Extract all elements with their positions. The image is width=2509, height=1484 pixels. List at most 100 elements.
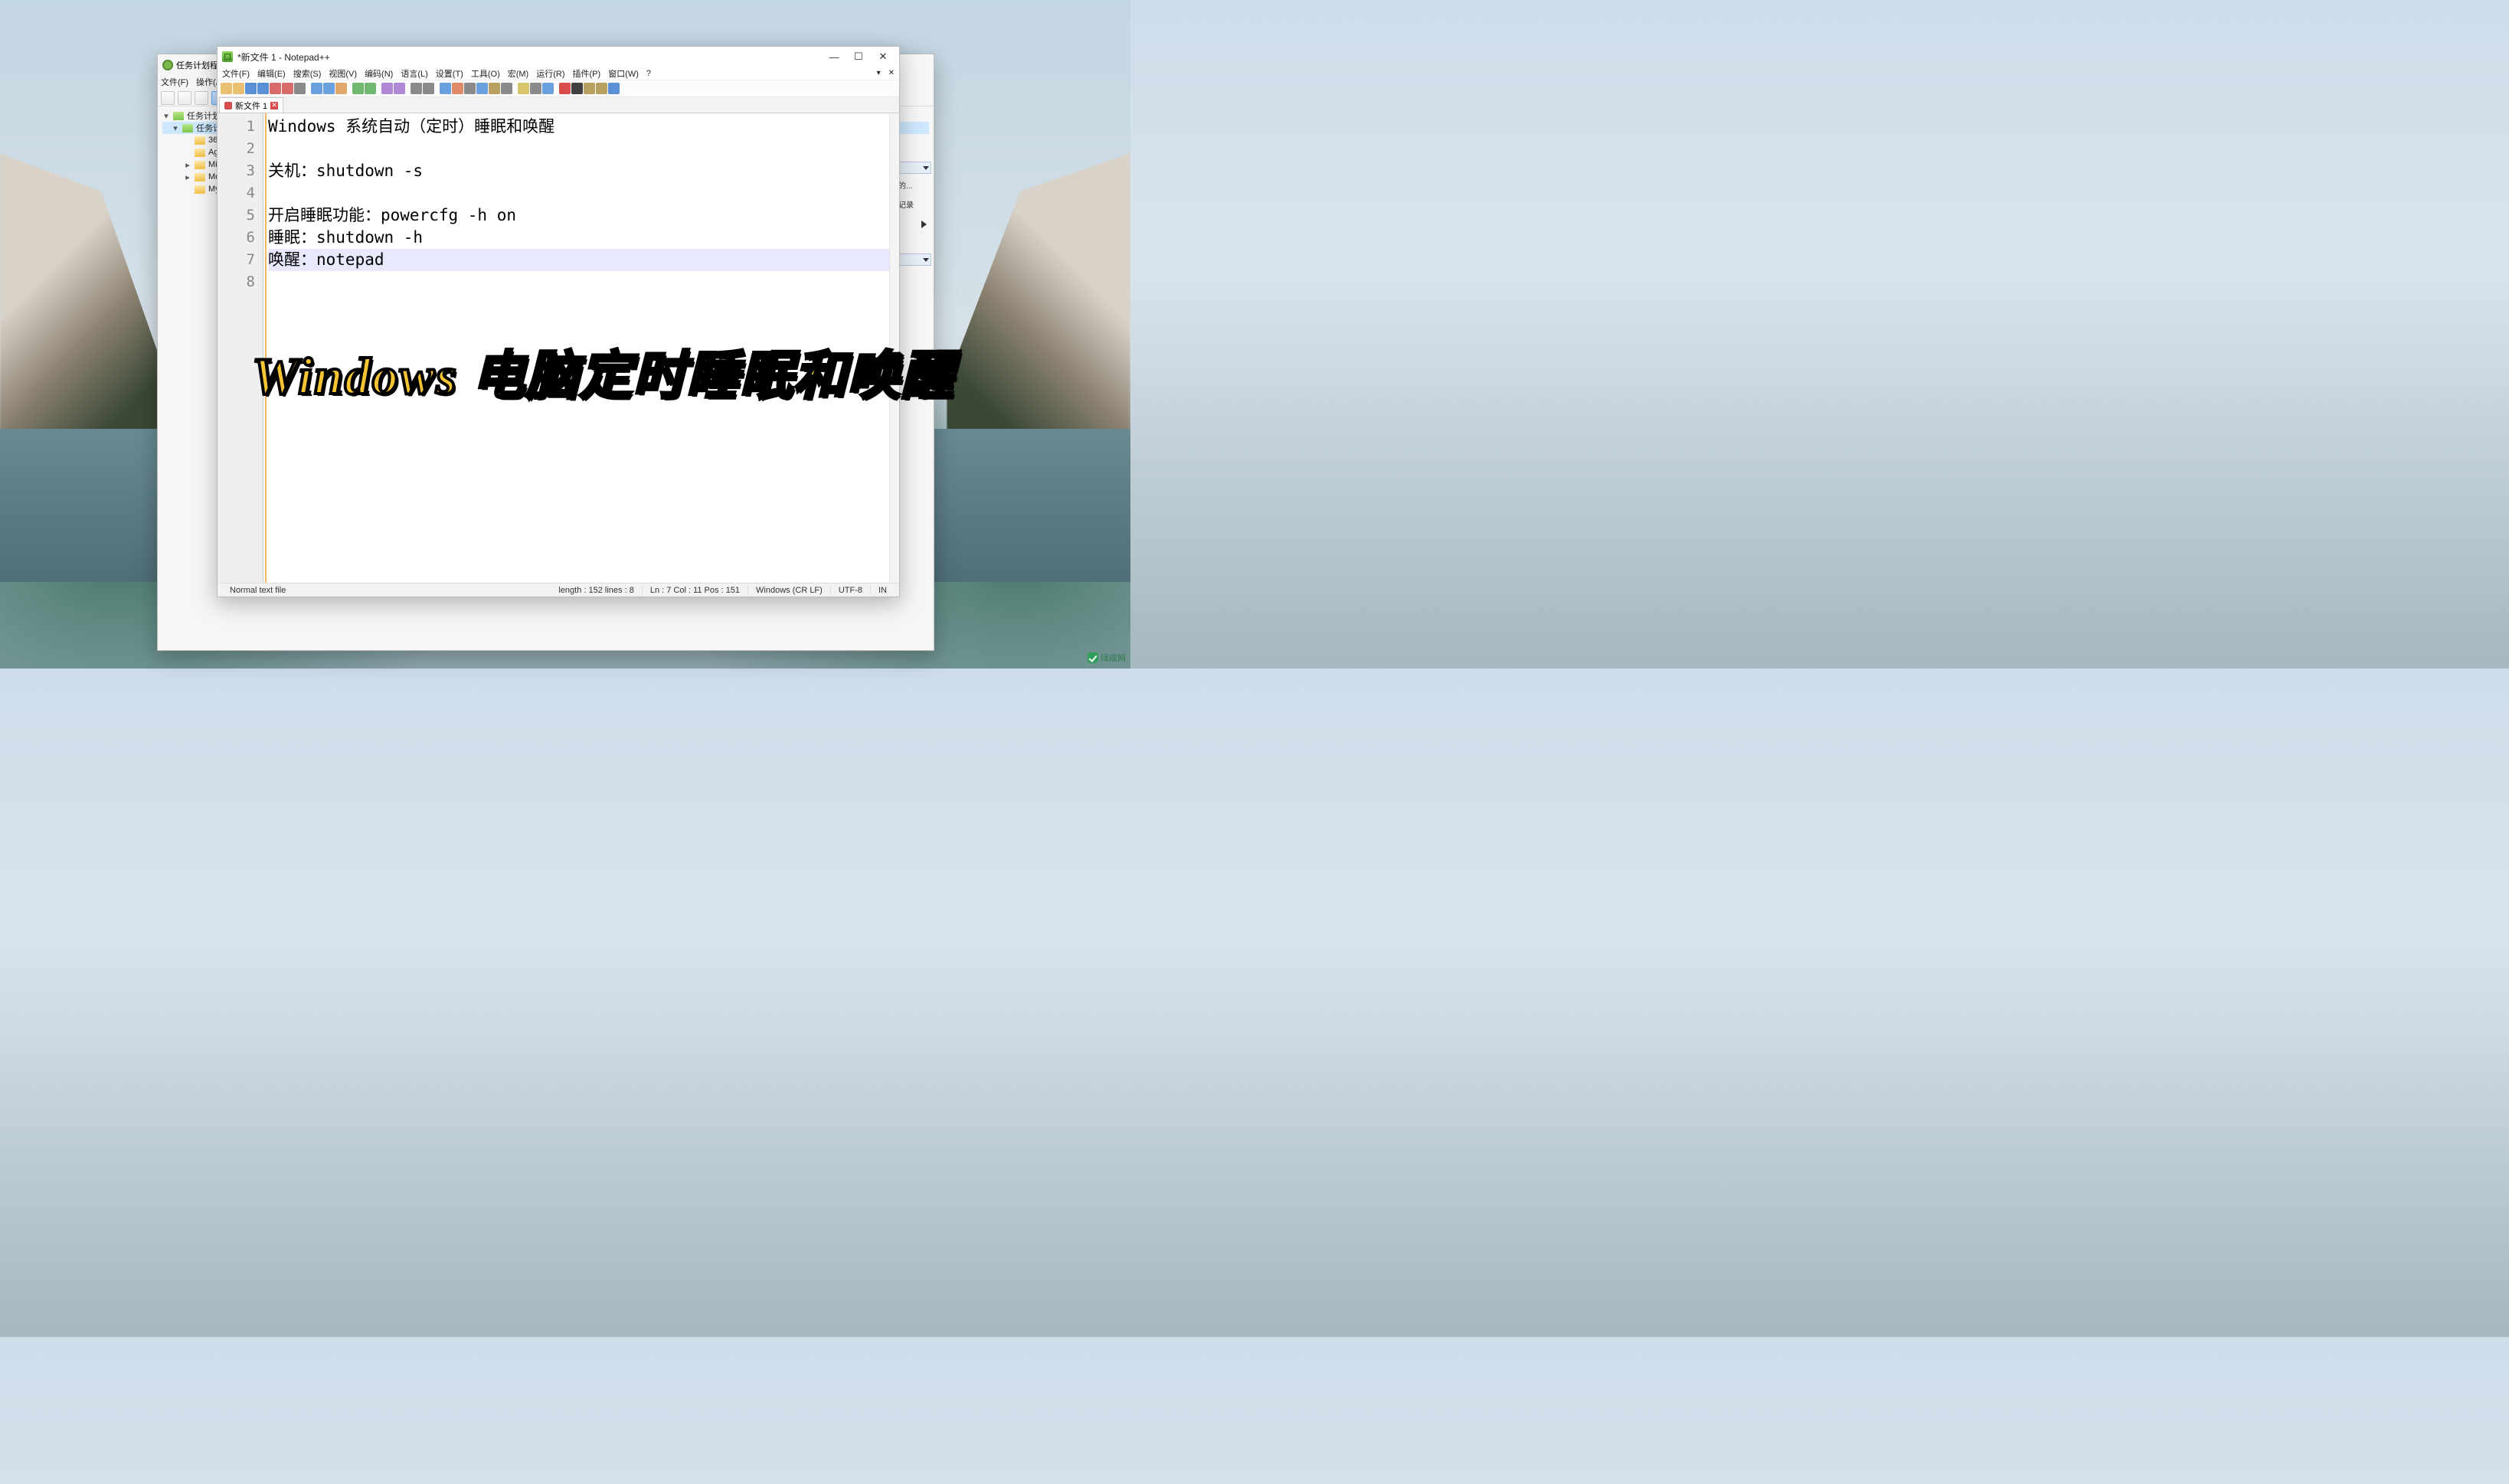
folder-icon (195, 185, 205, 194)
ts-dropdown-2[interactable] (897, 253, 931, 266)
find-icon[interactable] (381, 83, 393, 94)
vertical-scrollbar[interactable] (889, 113, 899, 583)
code-line[interactable]: 关机：shutdown -s (268, 160, 899, 182)
watermark-text: 绿成网 (1101, 652, 1126, 664)
undo-icon[interactable] (352, 83, 364, 94)
paste-icon[interactable] (335, 83, 347, 94)
status-length: length : 152 lines : 8 (551, 586, 642, 595)
code-line[interactable] (268, 271, 899, 293)
ts-back-button[interactable] (161, 91, 175, 105)
tab-close-icon[interactable]: ✕ (270, 102, 278, 110)
menu-view[interactable]: 视图(V) (329, 67, 357, 80)
stop-icon[interactable] (571, 83, 583, 94)
folder-icon (195, 161, 205, 169)
mon-icon[interactable] (542, 83, 554, 94)
menu-plugins[interactable]: 插件(P) (573, 67, 601, 80)
replace-icon[interactable] (394, 83, 405, 94)
show-icon[interactable] (464, 83, 476, 94)
fold-icon[interactable] (501, 83, 512, 94)
open-icon[interactable] (233, 83, 244, 94)
sync-icon[interactable] (440, 83, 451, 94)
save-icon[interactable] (245, 83, 257, 94)
notepadpp-tabbar[interactable]: 新文件 1 ✕ (218, 97, 899, 113)
line-number: 1 (218, 116, 263, 138)
watermark-icon (1088, 652, 1098, 663)
close-icon[interactable] (270, 83, 281, 94)
menu-dropdown-icon[interactable]: ▾ (877, 69, 881, 77)
saveall-icon[interactable] (257, 83, 269, 94)
code-line[interactable] (268, 182, 899, 204)
savem-icon[interactable] (608, 83, 620, 94)
window-controls: — ☐ ✕ (823, 49, 895, 64)
line-number: 5 (218, 204, 263, 227)
notepadpp-titlebar[interactable]: *新文件 1 - Notepad++ — ☐ ✕ (218, 47, 899, 67)
menu-settings[interactable]: 设置(T) (436, 67, 463, 80)
notepadpp-icon (222, 51, 233, 62)
menu-file[interactable]: 文件(F) (222, 67, 250, 80)
status-position: Ln : 7 Col : 11 Pos : 151 (643, 586, 748, 595)
chevron-down-icon (923, 166, 929, 170)
chevron-down-icon (923, 258, 929, 262)
editor-area[interactable]: 12345678 Windows 系统自动（定时）睡眠和唤醒关机：shutdow… (218, 113, 899, 583)
tab-new-file-1[interactable]: 新文件 1 ✕ (219, 97, 283, 113)
menu-tools[interactable]: 工具(O) (471, 67, 500, 80)
code-line[interactable] (268, 138, 899, 160)
play-icon[interactable] (584, 83, 595, 94)
menu-help[interactable]: ? (646, 69, 651, 78)
maximize-button[interactable]: ☐ (847, 49, 870, 64)
copy-icon[interactable] (323, 83, 335, 94)
print-icon[interactable] (294, 83, 306, 94)
doc-icon[interactable] (518, 83, 529, 94)
func-icon[interactable] (489, 83, 500, 94)
zoomin-icon[interactable] (411, 83, 422, 94)
watermark: 绿成网 (1088, 652, 1126, 664)
notepadpp-title: *新文件 1 - Notepad++ (237, 51, 818, 64)
library-icon (182, 124, 193, 132)
wrap-icon[interactable] (452, 83, 463, 94)
menu-encoding[interactable]: 编码(N) (365, 67, 393, 80)
ts-dropdown-1[interactable] (897, 162, 931, 174)
line-number: 7 (218, 249, 263, 271)
code-line[interactable]: 睡眠：shutdown -h (268, 227, 899, 249)
minimize-button[interactable]: — (823, 49, 846, 64)
menu-close-icon[interactable]: ✕ (888, 69, 895, 77)
task-scheduler-icon (162, 60, 173, 70)
cut-icon[interactable] (311, 83, 322, 94)
line-number: 3 (218, 160, 263, 182)
menu-edit[interactable]: 编辑(E) (257, 67, 286, 80)
unsaved-indicator-icon (224, 102, 232, 110)
code-content[interactable]: Windows 系统自动（定时）睡眠和唤醒关机：shutdown -s 开启睡眠功… (263, 113, 899, 583)
menu-language[interactable]: 语言(L) (401, 67, 427, 80)
map-icon[interactable] (530, 83, 541, 94)
folder-icon (195, 136, 205, 145)
notepadpp-menubar[interactable]: 文件(F) 编辑(E) 搜索(S) 视图(V) 编码(N) 语言(L) 设置(T… (218, 67, 899, 80)
menu-macro[interactable]: 宏(M) (508, 67, 529, 80)
task-scheduler-actions-panel: 的... 记录 (897, 162, 931, 267)
notepadpp-window[interactable]: *新文件 1 - Notepad++ — ☐ ✕ 文件(F) 编辑(E) 搜索(… (217, 46, 900, 597)
folder-icon (195, 149, 205, 157)
rec-icon[interactable] (559, 83, 571, 94)
indent-icon[interactable] (476, 83, 488, 94)
folder-icon (195, 173, 205, 181)
code-line[interactable]: 唤醒：notepad (268, 249, 899, 271)
menu-run[interactable]: 运行(R) (536, 67, 564, 80)
play-icon (921, 221, 927, 228)
redo-icon[interactable] (365, 83, 376, 94)
new-icon[interactable] (221, 83, 232, 94)
zoomout-icon[interactable] (423, 83, 434, 94)
ts-menu-file[interactable]: 文件(F) (161, 76, 188, 90)
close-button[interactable]: ✕ (872, 49, 895, 64)
ts-forward-button[interactable] (178, 91, 191, 105)
playm-icon[interactable] (596, 83, 607, 94)
ts-play-button[interactable] (897, 218, 931, 230)
code-line[interactable]: 开启睡眠功能：powercfg -h on (268, 204, 899, 227)
status-language: Normal text file (222, 586, 293, 595)
menu-window[interactable]: 窗口(W) (608, 67, 639, 80)
ts-action-text-2: 记录 (897, 194, 931, 214)
closeall-icon[interactable] (282, 83, 293, 94)
menu-search[interactable]: 搜索(S) (293, 67, 322, 80)
status-encoding: UTF-8 (831, 586, 871, 595)
ts-up-button[interactable] (195, 91, 208, 105)
code-line[interactable]: Windows 系统自动（定时）睡眠和唤醒 (268, 116, 899, 138)
line-number: 4 (218, 182, 263, 204)
